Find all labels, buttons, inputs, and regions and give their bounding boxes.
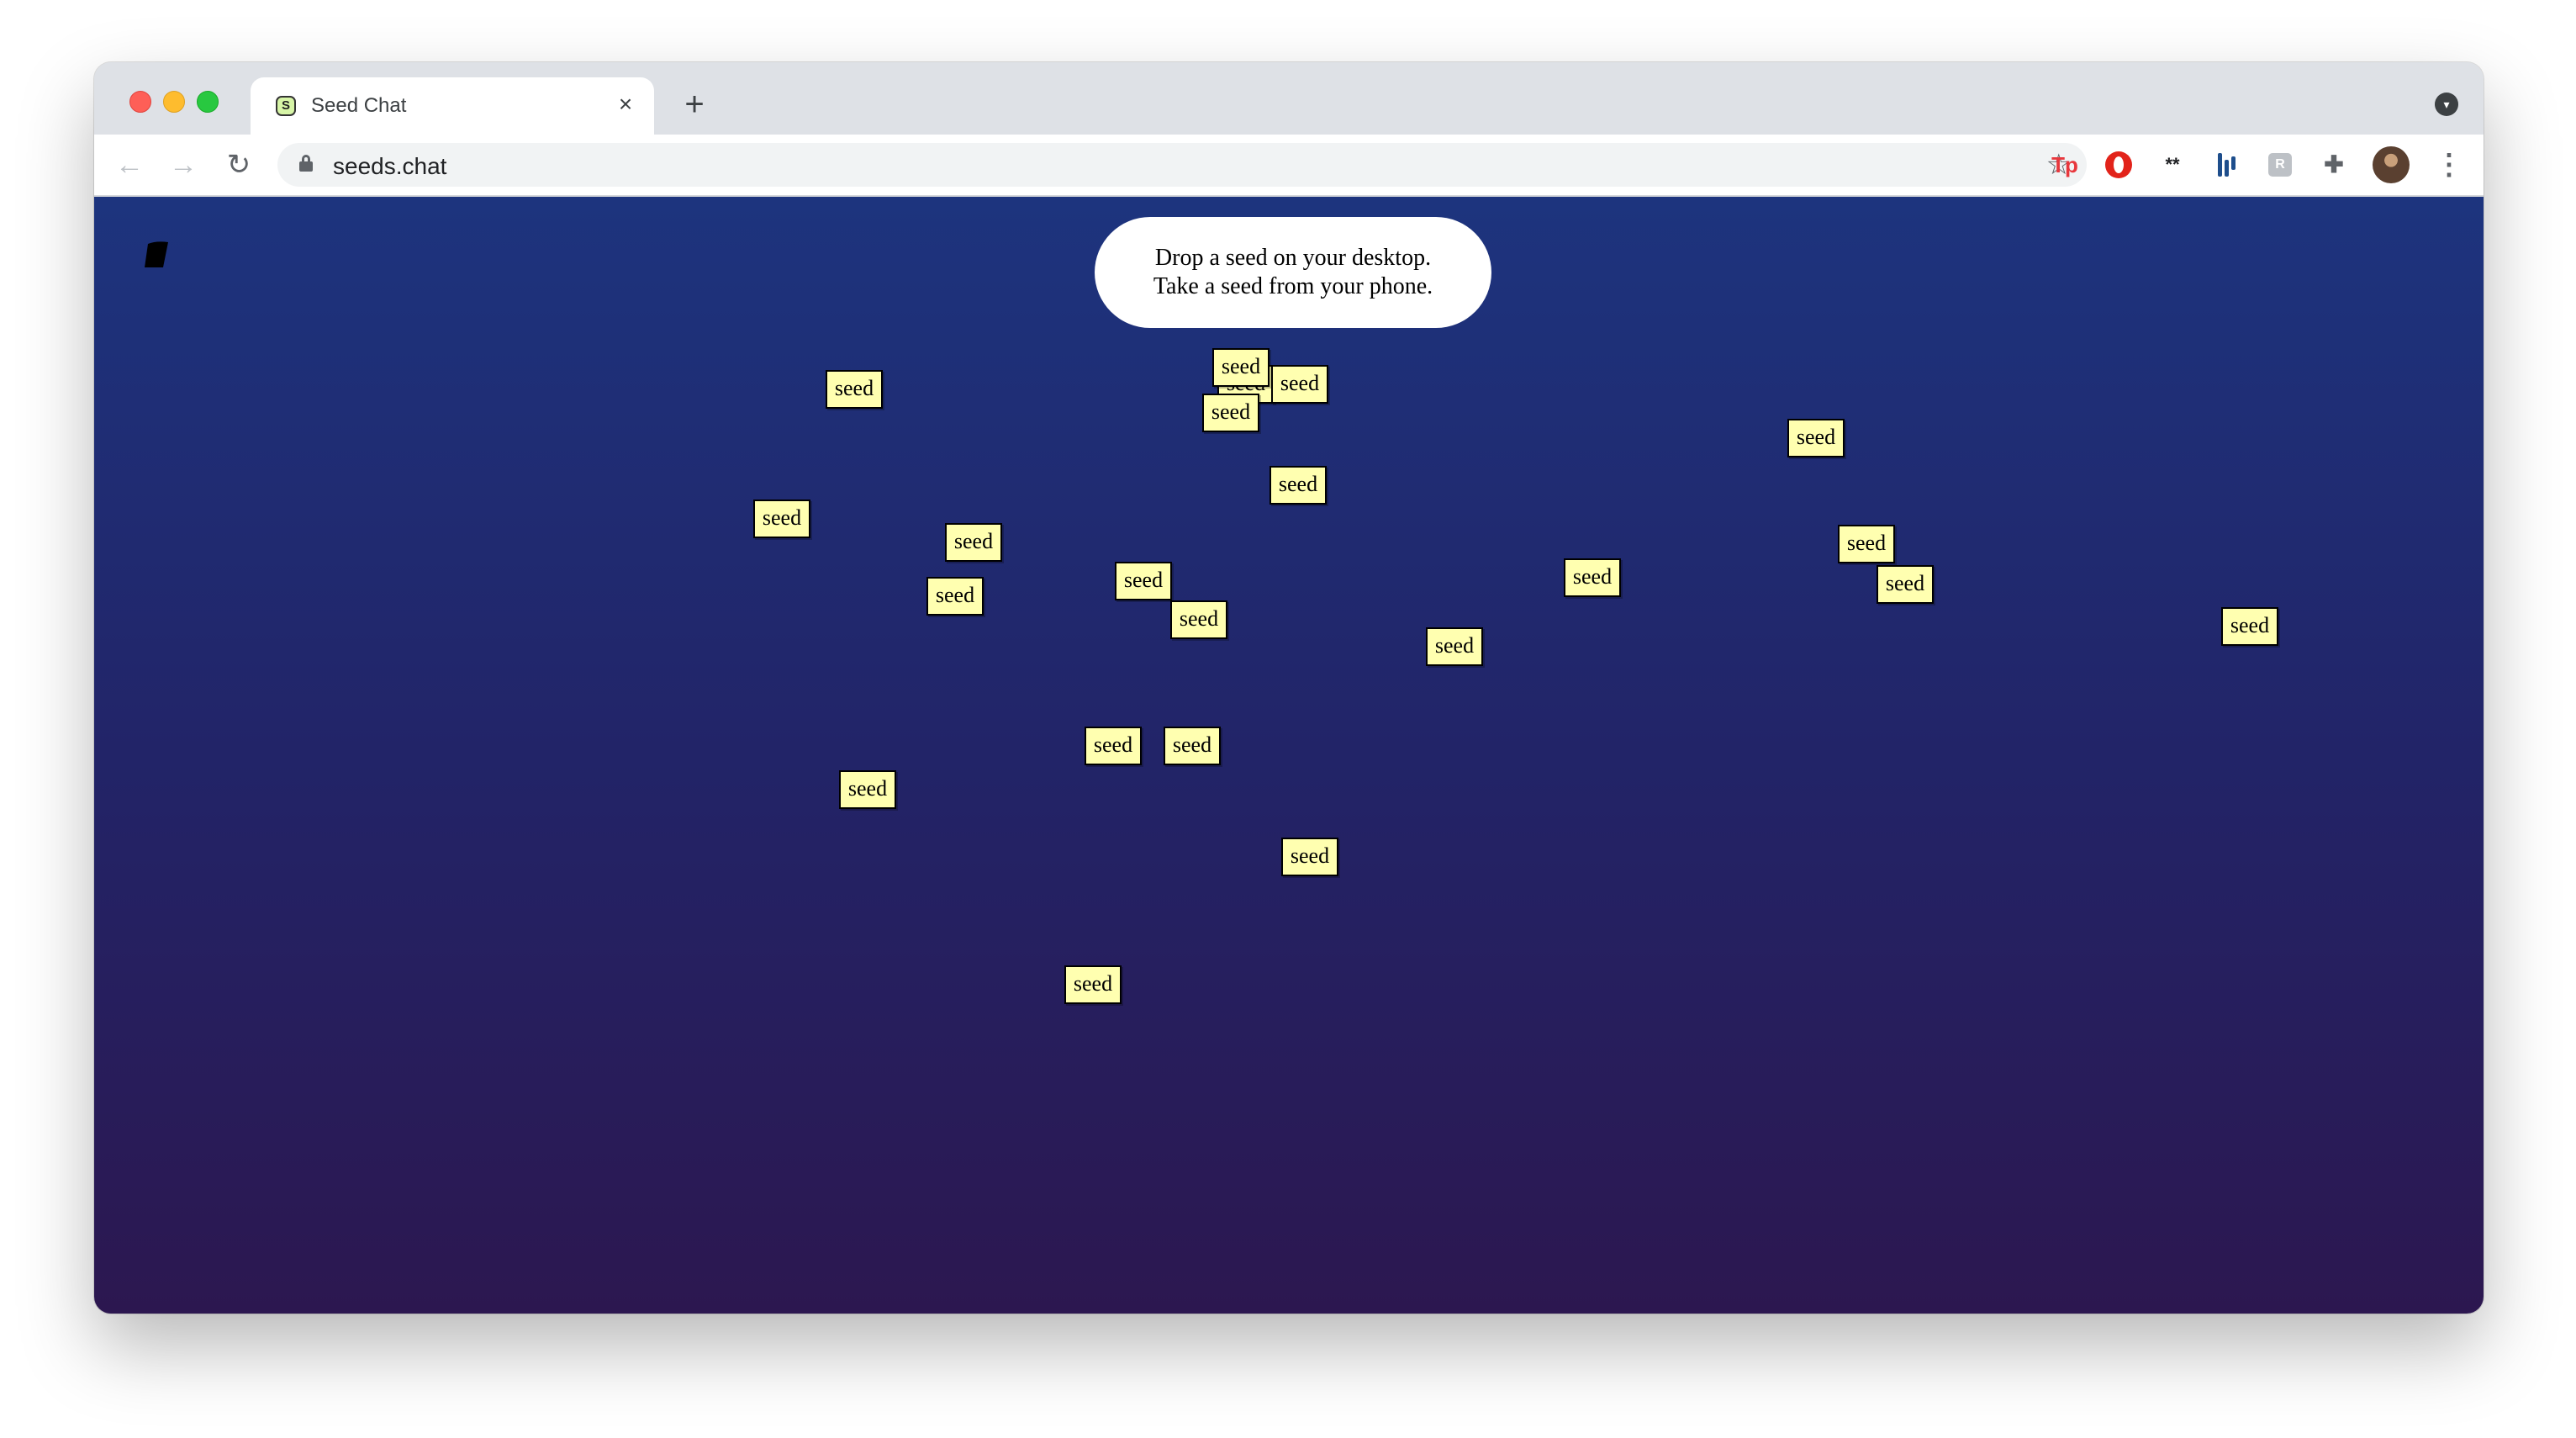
instruction-line-1: Drop a seed on your desktop. xyxy=(1154,245,1432,271)
seed-note[interactable]: seed xyxy=(1271,365,1328,404)
grey-extension-label: R xyxy=(2268,153,2292,177)
seed-note[interactable]: seed xyxy=(2221,607,2278,646)
tp-extension-icon[interactable]: Tp xyxy=(2050,150,2080,180)
browser-toolbar: ← → ↻ seeds.chat ☆ Tp ** R ✚ ⋮ xyxy=(94,135,2484,197)
bars-extension-icon[interactable] xyxy=(2211,150,2241,180)
kebab-menu-icon[interactable]: ⋮ xyxy=(2435,146,2463,183)
seed-chat-canvas[interactable]: Drop a seed on your desktop. Take a seed… xyxy=(94,197,2484,1314)
seed-note[interactable]: seed xyxy=(753,500,810,538)
url-text[interactable]: seeds.chat xyxy=(333,153,446,180)
browser-window: S Seed Chat × + ▾ ← → ↻ seeds.chat ☆ Tp … xyxy=(94,62,2484,1314)
tab-strip: S Seed Chat × + ▾ xyxy=(94,62,2484,135)
profile-avatar[interactable] xyxy=(2373,146,2410,183)
seed-note[interactable]: seed xyxy=(1085,727,1142,765)
maximize-window-button[interactable] xyxy=(197,91,219,113)
tab-title: Seed Chat xyxy=(311,94,407,117)
seed-note[interactable]: seed xyxy=(1270,466,1327,505)
grey-extension-icon[interactable]: R xyxy=(2265,150,2295,180)
lock-icon[interactable] xyxy=(299,155,313,172)
seed-note[interactable]: seed xyxy=(1164,727,1221,765)
seed-note[interactable]: seed xyxy=(1281,838,1338,876)
tab-seed-chat[interactable]: S Seed Chat × xyxy=(251,77,654,135)
seed-note[interactable]: seed xyxy=(1115,562,1172,600)
asterisk-extension-icon[interactable]: ** xyxy=(2157,150,2188,180)
seed-note[interactable]: seed xyxy=(1426,627,1483,666)
reload-icon[interactable]: ↻ xyxy=(220,146,257,183)
seed-note[interactable]: seed xyxy=(1212,348,1270,387)
seed-note[interactable]: seed xyxy=(1170,600,1227,639)
back-arrow-icon[interactable]: ← xyxy=(111,146,148,183)
tab-close-icon[interactable]: × xyxy=(612,91,639,118)
forward-arrow-icon[interactable]: → xyxy=(165,146,202,183)
instruction-bubble: Drop a seed on your desktop. Take a seed… xyxy=(1095,217,1491,328)
seed-note[interactable]: seed xyxy=(1064,965,1122,1004)
instruction-line-2: Take a seed from your phone. xyxy=(1153,273,1433,299)
seed-note[interactable]: seed xyxy=(839,770,896,809)
close-window-button[interactable] xyxy=(129,91,151,113)
seed-note[interactable]: seed xyxy=(826,370,883,409)
seed-note[interactable]: seed xyxy=(945,523,1002,562)
tab-search-icon[interactable]: ▾ xyxy=(2435,93,2458,116)
address-bar[interactable]: seeds.chat ☆ xyxy=(277,143,2087,187)
seed-note[interactable]: seed xyxy=(1564,558,1621,597)
seed-favicon-icon: S xyxy=(276,96,296,116)
extensions-puzzle-icon[interactable]: ✚ xyxy=(2319,150,2349,180)
adblock-extension-icon[interactable] xyxy=(2104,150,2134,180)
new-tab-button[interactable]: + xyxy=(674,84,715,124)
seed-note[interactable]: seed xyxy=(1787,419,1845,457)
seed-note[interactable]: seed xyxy=(1202,394,1259,432)
seed-note[interactable]: seed xyxy=(926,577,984,616)
seed-note[interactable]: seed xyxy=(1877,565,1934,604)
minimize-window-button[interactable] xyxy=(163,91,185,113)
seed-note[interactable]: seed xyxy=(1838,525,1895,563)
seed-logo-icon xyxy=(145,241,168,267)
